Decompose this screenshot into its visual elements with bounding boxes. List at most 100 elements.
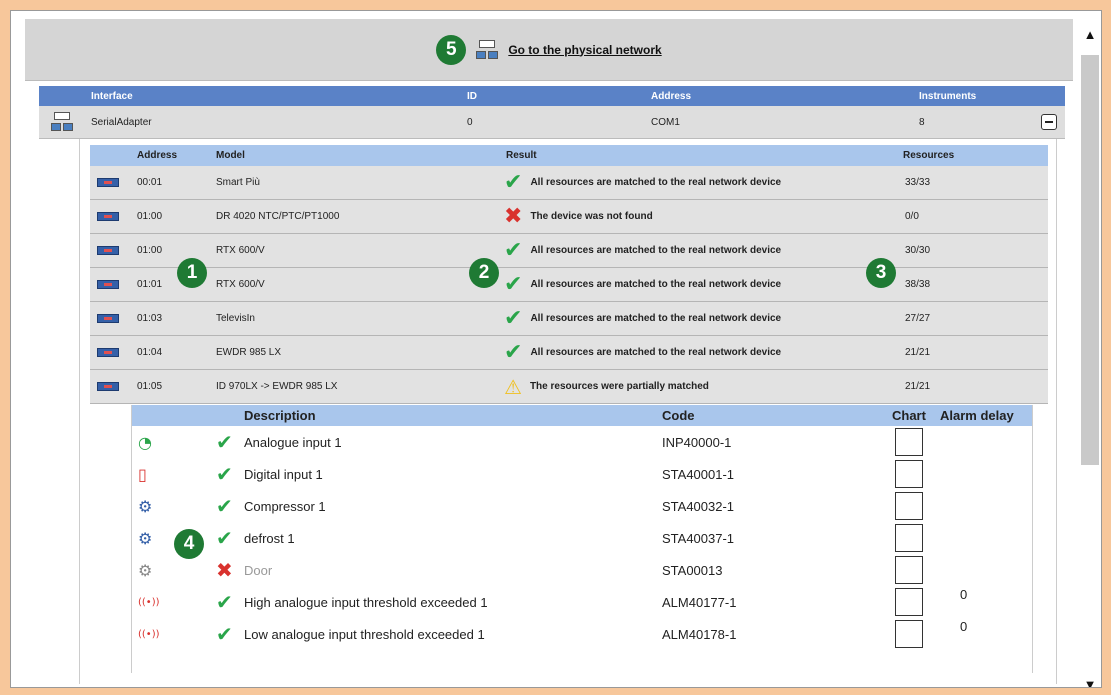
header-model: Model: [216, 150, 245, 161]
gear-icon: ⚙: [138, 528, 153, 548]
device-row[interactable]: 01:01 RTX 600/V ✔ All resources are matched…: [90, 268, 1048, 302]
header-resources: Resources: [903, 150, 955, 161]
resource-row[interactable]: ◔ ✔ Analogue input 1 INP40000-1: [132, 426, 1032, 458]
alarm-icon: ((•)): [138, 596, 160, 608]
alarm-delay-value[interactable]: 0: [960, 578, 967, 610]
result-text: The device was not found: [530, 211, 653, 222]
resource-code: STA40037-1: [662, 530, 735, 546]
resource-description: Low analogue input threshold exceeded 1: [244, 626, 485, 642]
resource-table-header: Description Code Chart Alarm delay: [132, 405, 1032, 426]
result-text: The resources were partially matched: [529, 381, 709, 392]
alarm-icon: ((•)): [138, 628, 160, 640]
scroll-thumb[interactable]: [1081, 55, 1099, 465]
device-address: 01:01: [137, 279, 163, 290]
device-model: RTX 600/V: [216, 245, 265, 256]
collapse-button[interactable]: [1041, 114, 1057, 130]
device-model: RTX 600/V: [216, 279, 265, 290]
device-result: ✖ The device was not found: [504, 200, 653, 233]
result-text: All resources are matched to the real ne…: [530, 313, 782, 324]
device-resources: 30/30: [905, 245, 931, 256]
resource-row[interactable]: ⚙ ✖ Door STA00013: [132, 554, 1032, 586]
check-icon: ✔: [504, 237, 523, 263]
result-text: All resources are matched to the real ne…: [530, 347, 782, 358]
interface-row[interactable]: SerialAdapter 0 COM1 8: [39, 106, 1065, 139]
device-row[interactable]: 00:01 Smart Più ✔ All resources are matched…: [90, 166, 1048, 200]
resource-row[interactable]: ((•)) ✔ Low analogue input threshold excee…: [132, 618, 1032, 650]
device-result: ✔ All resources are matched to the real n…: [504, 234, 781, 267]
chart-checkbox[interactable]: [895, 524, 923, 552]
device-row[interactable]: 01:00 RTX 600/V ✔ All resources are matched…: [90, 234, 1048, 268]
gear-icon: ⚙: [138, 496, 153, 516]
device-model: ID 970LX -> EWDR 985 LX: [216, 381, 338, 392]
device-row[interactable]: 01:00 DR 4020 NTC/PTC/PT1000 ✖ The device w…: [90, 200, 1048, 234]
device-result: ✔ All resources are matched to the real n…: [504, 302, 781, 335]
device-row[interactable]: 01:04 EWDR 985 LX ✔ All resources are match…: [90, 336, 1048, 370]
device-result: ⚠ The resources were partially matched: [504, 370, 709, 403]
resource-row[interactable]: ▯ ✔ Digital input 1 STA40001-1: [132, 458, 1032, 490]
check-icon: ✔: [216, 494, 233, 518]
resource-code: STA00013: [662, 562, 723, 578]
callout-badge-1: 1: [177, 258, 207, 288]
device-result: ✔ All resources are matched to the real n…: [504, 336, 781, 369]
chart-checkbox[interactable]: [895, 492, 923, 520]
header-instruments: Instruments: [919, 90, 977, 102]
resource-description: defrost 1: [244, 530, 295, 546]
result-text: All resources are matched to the real ne…: [530, 245, 782, 256]
device-icon: [97, 166, 119, 199]
check-icon: ✔: [216, 526, 233, 550]
device-row[interactable]: 01:03 TelevisIn ✔ All resources are matched…: [90, 302, 1048, 336]
device-resources: 21/21: [905, 381, 931, 392]
chart-checkbox[interactable]: [895, 556, 923, 584]
tree-line: [79, 139, 80, 684]
check-icon: ✔: [504, 339, 523, 365]
device-address: 00:01: [137, 177, 163, 188]
device-address: 01:00: [137, 211, 163, 222]
resource-description: Analogue input 1: [244, 434, 342, 450]
chart-checkbox[interactable]: [895, 460, 923, 488]
network-icon[interactable]: [476, 39, 499, 60]
resource-code: STA40032-1: [662, 498, 735, 514]
device-result: ✔ All resources are matched to the real n…: [504, 166, 781, 199]
device-icon: [97, 370, 119, 403]
vertical-scrollbar[interactable]: ▲ ▼: [1079, 25, 1099, 688]
header-alarm-delay: Alarm delay: [940, 408, 1014, 423]
header-interface: Interface: [91, 90, 133, 102]
main-frame: 5 Go to the physical network Interface I…: [10, 10, 1102, 688]
resource-description: High analogue input threshold exceeded 1: [244, 594, 488, 610]
device-address: 01:03: [137, 313, 163, 324]
header-address: Address: [137, 150, 178, 161]
interface-address: COM1: [651, 116, 680, 128]
header-result: Result: [506, 150, 537, 161]
device-icon: [97, 200, 119, 233]
resource-row[interactable]: ⚙ ✔ defrost 1 STA40037-1: [132, 522, 1032, 554]
digital-input-icon: ▯: [138, 464, 147, 484]
scroll-down-arrow-icon[interactable]: ▼: [1081, 675, 1099, 688]
chart-checkbox[interactable]: [895, 620, 923, 648]
device-row[interactable]: 01:05 ID 970LX -> EWDR 985 LX ⚠ The resourc…: [90, 370, 1048, 404]
alarm-delay-value[interactable]: 0: [960, 610, 967, 642]
device-result: ✔ All resources are matched to the real n…: [504, 268, 781, 301]
resource-description: Digital input 1: [244, 466, 323, 482]
resource-row[interactable]: ⚙ ✔ Compressor 1 STA40032-1: [132, 490, 1032, 522]
resource-code: ALM40178-1: [662, 626, 737, 642]
chart-checkbox[interactable]: [895, 428, 923, 456]
device-resources: 27/27: [905, 313, 931, 324]
device-table-header: Address Model Result Resources: [90, 145, 1048, 166]
callout-badge-3: 3: [866, 258, 896, 288]
check-icon: ✔: [504, 169, 523, 195]
device-resources: 38/38: [905, 279, 931, 290]
go-to-physical-network-link[interactable]: Go to the physical network: [508, 43, 661, 57]
check-icon: ✔: [216, 622, 233, 646]
device-model: DR 4020 NTC/PTC/PT1000: [216, 211, 340, 222]
device-model: Smart Più: [216, 177, 260, 188]
header-description: Description: [244, 408, 316, 423]
check-icon: ✔: [216, 462, 233, 486]
device-model: TelevisIn: [216, 313, 255, 324]
header-code: Code: [662, 408, 695, 423]
resource-row[interactable]: ((•)) ✔ High analogue input threshold exce…: [132, 586, 1032, 618]
callout-badge-2: 2: [469, 258, 499, 288]
resource-panel: Description Code Chart Alarm delay ◔ ✔ Ana…: [131, 405, 1033, 673]
chart-checkbox[interactable]: [895, 588, 923, 616]
scroll-up-arrow-icon[interactable]: ▲: [1081, 25, 1099, 43]
analogue-input-icon: ◔: [138, 432, 152, 452]
